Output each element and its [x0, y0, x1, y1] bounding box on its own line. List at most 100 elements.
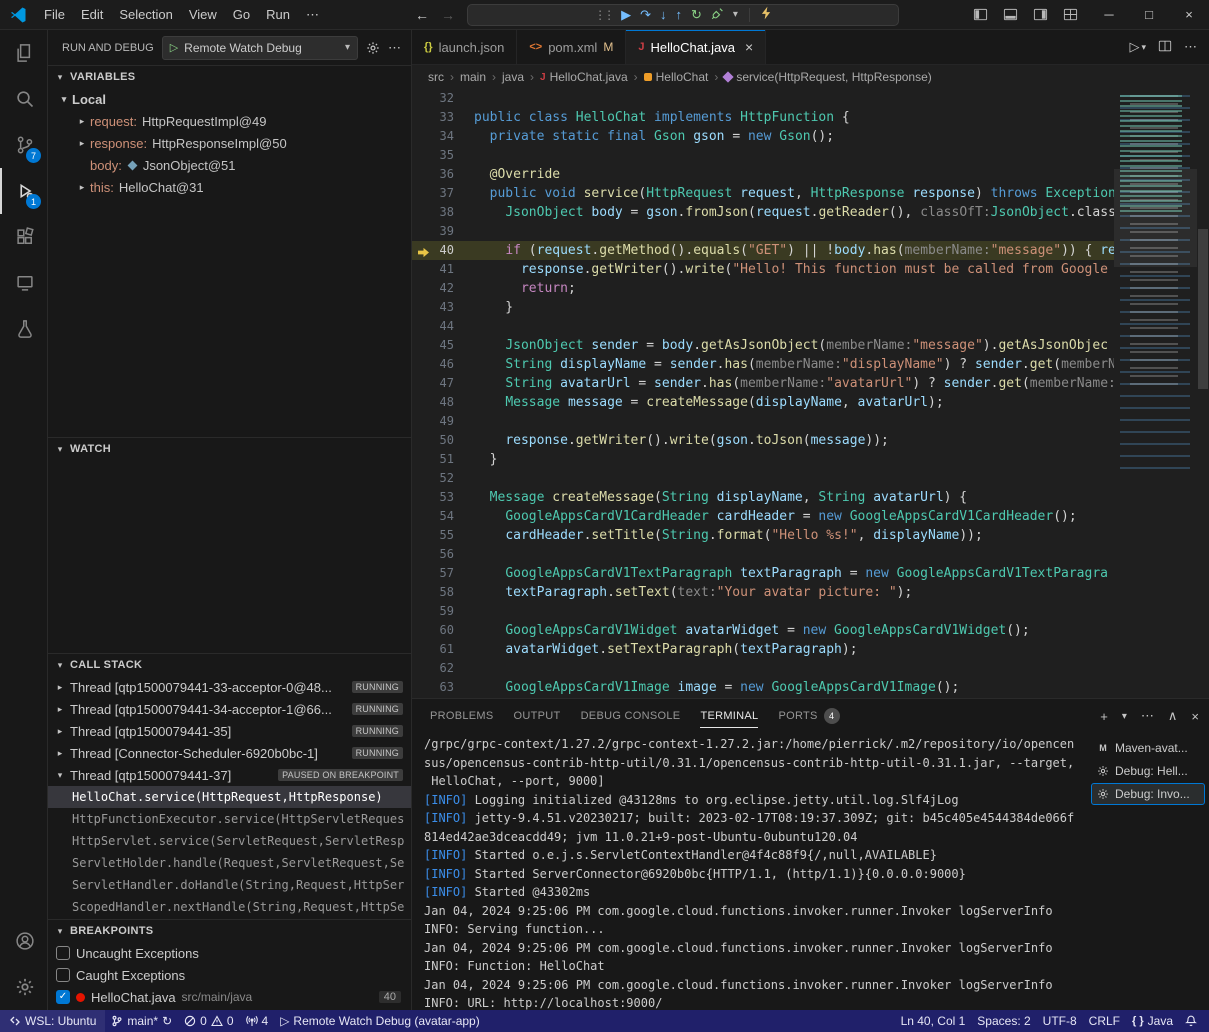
- checkbox[interactable]: ✓: [56, 990, 70, 1004]
- toggle-panel-icon[interactable]: [997, 4, 1023, 26]
- run-and-debug-icon[interactable]: 1: [0, 168, 47, 214]
- code-view[interactable]: 3233public class HelloChat implements Ht…: [412, 89, 1114, 698]
- stack-frame[interactable]: HttpServlet.service(ServletRequest,Servl…: [48, 830, 411, 852]
- stack-frame[interactable]: ServletHandler.doHandle(String,Request,H…: [48, 874, 411, 896]
- command-center[interactable]: ⋮⋮ ▶ ↷ ↓ ↑ ↻ ▾: [467, 4, 899, 26]
- indentation[interactable]: Spaces: 2: [971, 1010, 1036, 1032]
- menu-go[interactable]: Go: [225, 4, 258, 26]
- chevron-down-icon[interactable]: ▾: [733, 9, 738, 20]
- toggle-sidebar-icon[interactable]: [967, 4, 993, 26]
- close-icon[interactable]: ×: [1169, 0, 1209, 29]
- call-stack-thread[interactable]: ▸Thread [qtp1500079441-34-acceptor-1@66.…: [48, 698, 411, 720]
- step-out-icon[interactable]: ↑: [675, 7, 682, 22]
- stack-frame[interactable]: HelloChat.service(HttpRequest,HttpRespon…: [48, 786, 411, 808]
- tab-pom.xml[interactable]: <>pom.xmlM: [517, 30, 626, 64]
- remote-indicator[interactable]: WSL: Ubuntu: [0, 1010, 105, 1032]
- checkbox[interactable]: [56, 968, 70, 982]
- variable-this[interactable]: ▸this:HelloChat@31: [48, 176, 411, 198]
- variable-request[interactable]: ▸request:HttpRequestImpl@49: [48, 110, 411, 132]
- drag-grip-icon[interactable]: ⋮⋮: [594, 8, 612, 22]
- call-stack-header[interactable]: ▾ CALL STACK: [48, 654, 411, 676]
- breadcrumb-item[interactable]: HelloChat: [644, 70, 709, 84]
- remote-explorer-icon[interactable]: [0, 260, 47, 306]
- menu-edit[interactable]: Edit: [73, 4, 111, 26]
- language-mode[interactable]: { } Java: [1126, 1010, 1179, 1032]
- gear-icon[interactable]: [366, 41, 380, 55]
- new-terminal-icon[interactable]: +: [1100, 709, 1108, 724]
- minimap[interactable]: [1114, 89, 1209, 698]
- split-editor-icon[interactable]: [1158, 39, 1172, 56]
- close-panel-icon[interactable]: ×: [1191, 709, 1199, 724]
- testing-icon[interactable]: [0, 306, 47, 352]
- chevron-down-icon[interactable]: ▾: [1122, 711, 1127, 722]
- panel-tab-output[interactable]: OUTPUT: [506, 699, 569, 733]
- variable-body[interactable]: body:JsonObject@51: [48, 154, 411, 176]
- start-debugging-icon[interactable]: ▷: [170, 41, 178, 54]
- search-icon[interactable]: [0, 76, 47, 122]
- checkbox[interactable]: [56, 946, 70, 960]
- editor-scrollbar[interactable]: [1198, 229, 1208, 389]
- cursor-position[interactable]: Ln 40, Col 1: [895, 1010, 972, 1032]
- disconnect-icon[interactable]: [711, 7, 724, 23]
- call-stack-thread[interactable]: ▾Thread [qtp1500079441-37]PAUSED ON BREA…: [48, 764, 411, 786]
- menu-more-icon[interactable]: ⋯: [298, 4, 327, 26]
- variable-response[interactable]: ▸response:HttpResponseImpl@50: [48, 132, 411, 154]
- git-branch-item[interactable]: main* ↻: [105, 1010, 178, 1032]
- panel-tab-debug-console[interactable]: DEBUG CONSOLE: [573, 699, 689, 733]
- breadcrumb-item[interactable]: service(HttpRequest, HttpResponse): [724, 70, 931, 84]
- forward-icon[interactable]: →: [441, 7, 455, 23]
- maximize-panel-icon[interactable]: ∧: [1168, 708, 1178, 724]
- minimize-icon[interactable]: ─: [1089, 0, 1129, 29]
- accounts-icon[interactable]: [0, 918, 47, 964]
- breadcrumb-item[interactable]: main: [460, 70, 486, 84]
- eol-sequence[interactable]: CRLF: [1083, 1010, 1126, 1032]
- restart-icon[interactable]: ↻: [691, 7, 702, 23]
- menu-selection[interactable]: Selection: [111, 4, 180, 26]
- editor[interactable]: 3233public class HelloChat implements Ht…: [412, 89, 1209, 698]
- customize-layout-icon[interactable]: [1057, 4, 1083, 26]
- ports-item[interactable]: 4: [240, 1010, 275, 1032]
- call-stack-thread[interactable]: ▸Thread [qtp1500079441-33-acceptor-0@48.…: [48, 676, 411, 698]
- explorer-icon[interactable]: [0, 30, 47, 76]
- step-over-icon[interactable]: ↷: [640, 7, 651, 23]
- menu-file[interactable]: File: [36, 4, 73, 26]
- breakpoint-exception[interactable]: Caught Exceptions: [48, 964, 411, 986]
- stack-frame[interactable]: ServletHolder.handle(Request,ServletRequ…: [48, 852, 411, 874]
- problems-item[interactable]: 0 0: [178, 1010, 239, 1032]
- menu-run[interactable]: Run: [258, 4, 298, 26]
- menu-view[interactable]: View: [181, 4, 225, 26]
- continue-icon[interactable]: ▶: [621, 7, 631, 23]
- panel-tab-problems[interactable]: PROBLEMS: [422, 699, 502, 733]
- panel-tab-terminal[interactable]: TERMINAL: [692, 699, 766, 733]
- step-into-icon[interactable]: ↓: [660, 7, 667, 22]
- toggle-secondary-sidebar-icon[interactable]: [1027, 4, 1053, 26]
- breadcrumb-item[interactable]: src: [428, 70, 444, 84]
- terminal-list-item[interactable]: MMaven-avat...: [1091, 737, 1205, 759]
- watch-header[interactable]: ▾ WATCH: [48, 438, 411, 460]
- tab-HelloChat.java[interactable]: JHelloChat.java×: [626, 30, 766, 64]
- maximize-icon[interactable]: □: [1129, 0, 1169, 29]
- panel-tab-ports[interactable]: PORTS4: [770, 699, 847, 733]
- terminal-list-item[interactable]: Debug: Hell...: [1091, 760, 1205, 782]
- run-java-button[interactable]: ▷▾: [1129, 39, 1146, 55]
- sync-icon[interactable]: ↻: [162, 1014, 172, 1028]
- settings-gear-icon[interactable]: [0, 964, 47, 1010]
- stack-frame[interactable]: ScopedHandler.nextHandle(String,Request,…: [48, 896, 411, 918]
- more-actions-icon[interactable]: ⋯: [388, 40, 401, 56]
- breadcrumb-item[interactable]: JHelloChat.java: [540, 70, 628, 84]
- breakpoint-file[interactable]: ✓HelloChat.javasrc/main/java40: [48, 986, 411, 1008]
- stack-frame[interactable]: HttpFunctionExecutor.service(HttpServlet…: [48, 808, 411, 830]
- breakpoints-header[interactable]: ▾ BREAKPOINTS: [48, 920, 411, 942]
- call-stack-thread[interactable]: ▸Thread [qtp1500079441-35]RUNNING: [48, 720, 411, 742]
- more-actions-icon[interactable]: ⋯: [1184, 39, 1197, 55]
- variables-header[interactable]: ▾ VARIABLES: [48, 66, 411, 88]
- debug-config-dropdown[interactable]: ▷ Remote Watch Debug ▾: [162, 36, 358, 60]
- minimap-slider[interactable]: [1114, 169, 1197, 267]
- hot-code-replace-icon[interactable]: [761, 6, 772, 23]
- debug-status-item[interactable]: ▷ Remote Watch Debug (avatar-app): [274, 1010, 486, 1032]
- scope-local[interactable]: ▾Local: [48, 88, 411, 110]
- call-stack-thread[interactable]: ▸Thread [Connector-Scheduler-6920b0bc-1]…: [48, 742, 411, 764]
- tab-launch.json[interactable]: {}launch.json: [412, 30, 517, 64]
- breakpoint-exception[interactable]: Uncaught Exceptions: [48, 942, 411, 964]
- source-control-icon[interactable]: 7: [0, 122, 47, 168]
